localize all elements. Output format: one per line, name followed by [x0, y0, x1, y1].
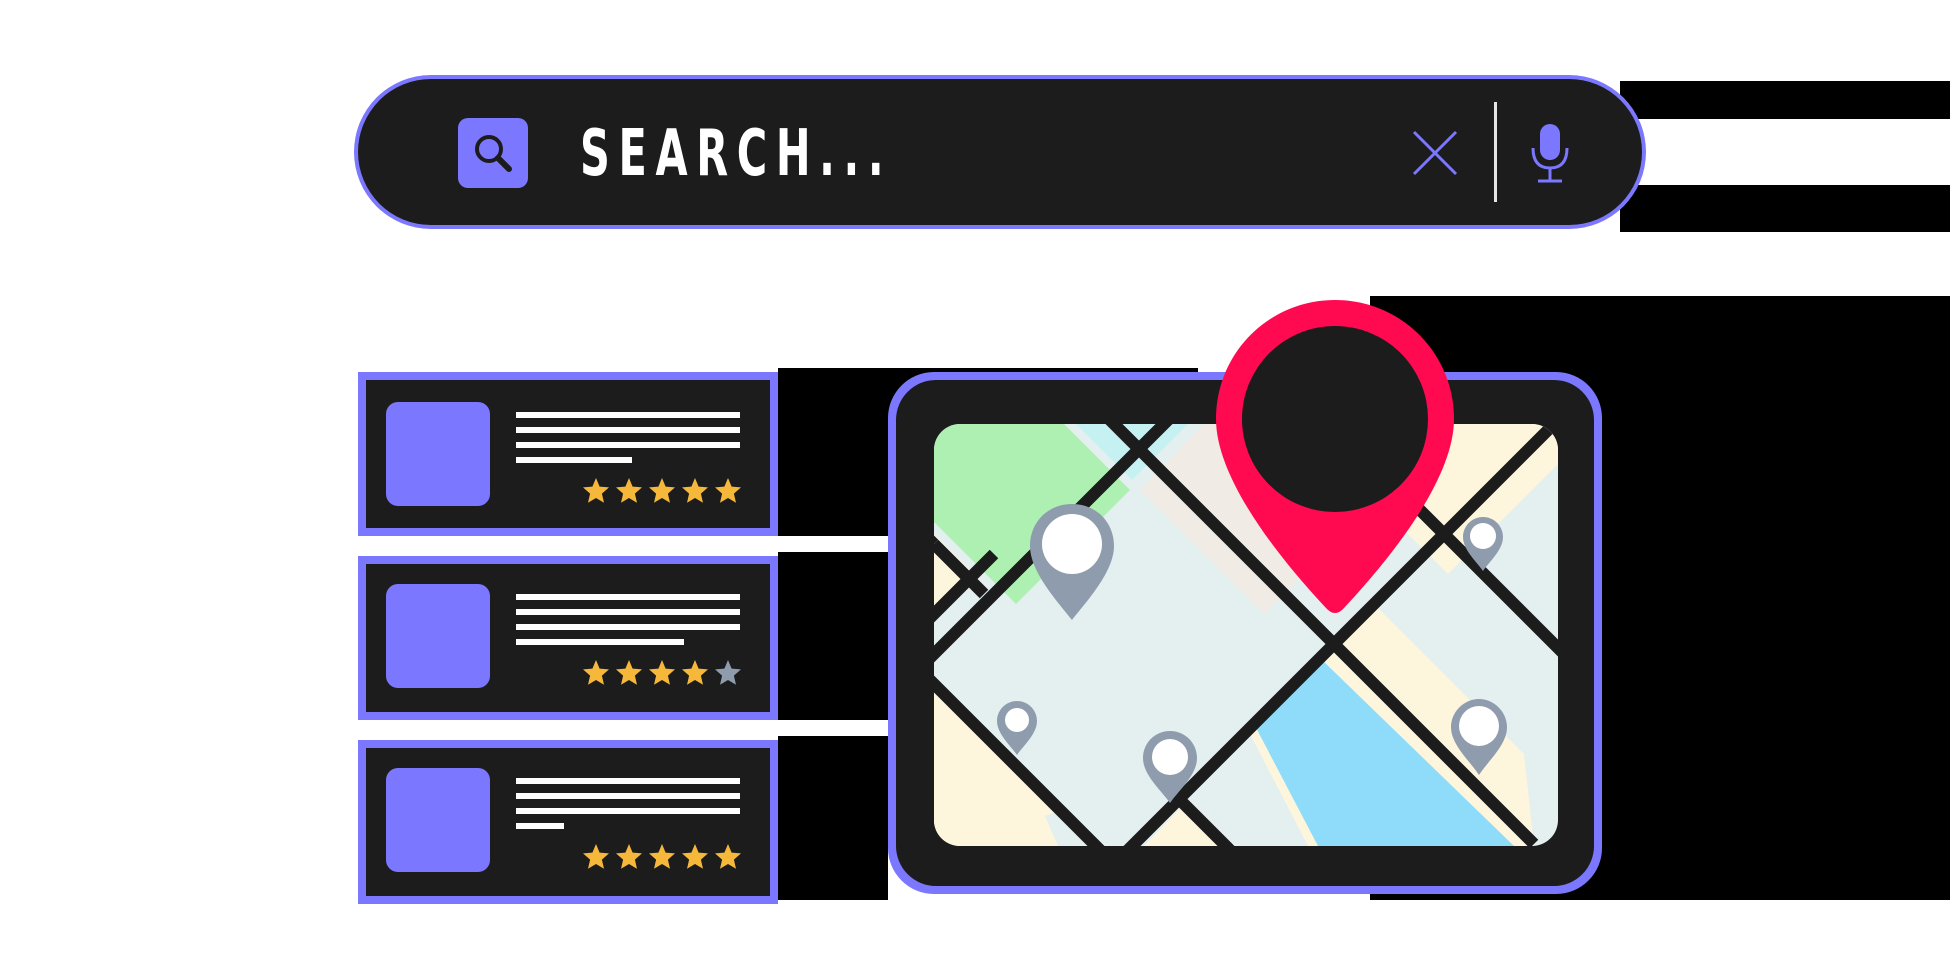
- listing-text-line: [516, 609, 740, 615]
- search-map-illustration: SEARCH...: [0, 0, 1950, 958]
- listing-text-line: [516, 457, 632, 463]
- star-filled-icon: [616, 478, 642, 503]
- microphone-icon[interactable]: [1530, 122, 1570, 184]
- star-filled-icon: [583, 844, 609, 869]
- map-marker-icon[interactable]: [1028, 502, 1116, 622]
- listing-text-line: [516, 778, 740, 784]
- star-filled-icon: [682, 844, 708, 869]
- search-divider: [1494, 102, 1497, 202]
- location-pin-icon[interactable]: [1214, 298, 1456, 616]
- background-band: [1620, 185, 1950, 232]
- star-filled-icon: [682, 478, 708, 503]
- star-filled-icon: [682, 660, 708, 685]
- listing-text-line: [516, 427, 740, 433]
- background-band: [778, 736, 888, 900]
- star-empty-icon: [715, 660, 741, 685]
- listing-text-line: [516, 823, 564, 829]
- listing-thumbnail: [386, 402, 490, 506]
- search-placeholder: SEARCH...: [580, 117, 893, 191]
- card-connector: [778, 538, 884, 544]
- listing-text-line: [516, 624, 740, 630]
- listing-thumbnail: [386, 768, 490, 872]
- star-filled-icon: [649, 844, 675, 869]
- search-button[interactable]: [458, 118, 528, 188]
- map-marker-icon[interactable]: [1462, 516, 1504, 572]
- star-filled-icon: [616, 844, 642, 869]
- close-icon[interactable]: [1410, 128, 1460, 178]
- listing-text-line: [516, 808, 740, 814]
- star-filled-icon: [715, 844, 741, 869]
- star-filled-icon: [583, 660, 609, 685]
- star-filled-icon: [715, 478, 741, 503]
- listing-text-line: [516, 594, 740, 600]
- star-filled-icon: [616, 660, 642, 685]
- listing-text-line: [516, 639, 684, 645]
- star-filled-icon: [649, 660, 675, 685]
- map-marker-icon[interactable]: [996, 700, 1038, 756]
- listing-text-line: [516, 412, 740, 418]
- search-icon: [475, 135, 512, 172]
- card-connector: [778, 722, 884, 728]
- map-marker-icon[interactable]: [1450, 698, 1508, 776]
- background-band: [1620, 81, 1950, 119]
- star-filled-icon: [583, 478, 609, 503]
- listing-text-line: [516, 442, 740, 448]
- listing-text-line: [516, 793, 740, 799]
- star-filled-icon: [649, 478, 675, 503]
- listing-thumbnail: [386, 584, 490, 688]
- map-marker-icon[interactable]: [1142, 730, 1198, 804]
- background-band: [778, 552, 888, 720]
